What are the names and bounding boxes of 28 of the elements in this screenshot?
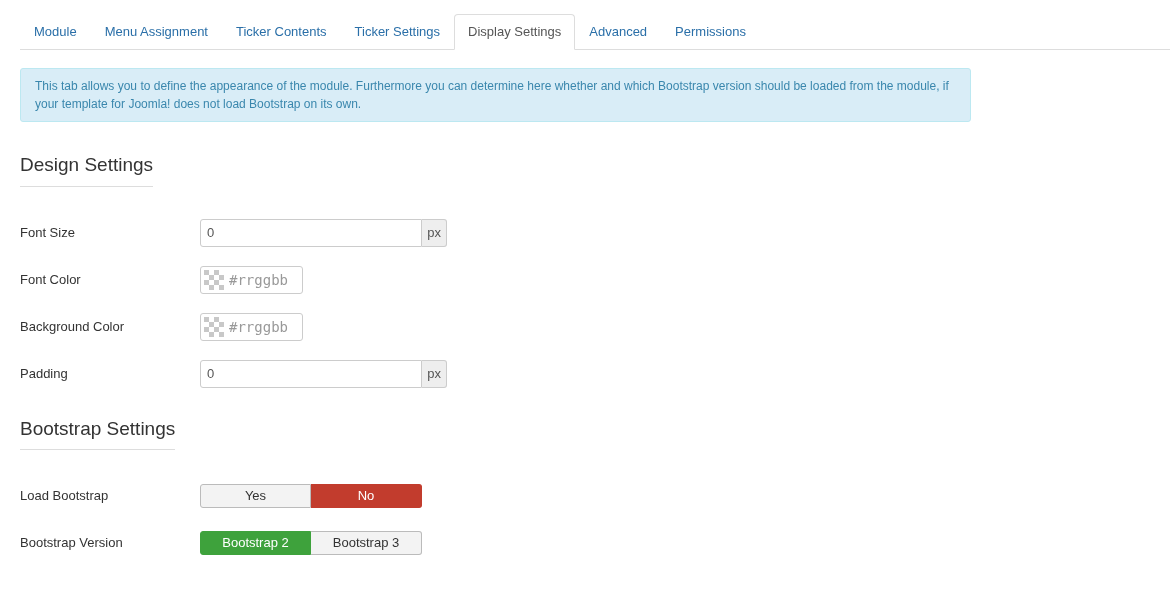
transparency-swatch-icon [204,316,224,337]
tab[interactable]: Ticker Settings [340,14,455,50]
color-field[interactable]: #rrggbb [200,312,303,341]
number-field[interactable]: 0 [200,218,423,247]
toggle-option[interactable]: Yes [200,484,311,508]
transparency-swatch-icon [204,269,224,290]
field-label: Load Bootstrap [20,487,110,506]
tab[interactable]: Display Settings [454,14,576,50]
tab[interactable]: Module [20,14,91,50]
info-alert: This tab allows you to define the appearance of the module. Furthermore you can determine here whether and which Bootstrap version should be loaded from the module, if your template for Joomla! does not load Bootstrap on its own. [20,68,971,122]
unit-addon: px [422,359,447,388]
tab[interactable]: Menu Assignment [90,14,222,50]
toggle-option[interactable]: Bootstrap 3 [311,531,422,555]
section-heading: Bootstrap Settings [20,414,176,450]
tab[interactable]: Permissions [661,14,760,50]
toggle-option[interactable]: No [311,484,422,508]
unit-addon: px [422,218,447,247]
number-field[interactable]: 0 [200,359,423,388]
field-label: Bootstrap Version [20,534,124,553]
section-heading: Design Settings [20,151,154,187]
tab[interactable]: Advanced [575,14,662,50]
field-label: Font Color [20,270,82,289]
toggle-option[interactable]: Bootstrap 2 [200,531,311,555]
field-label: Padding [20,364,69,383]
field-label: Background Color [20,317,126,336]
field-label: Font Size [20,223,76,242]
color-field[interactable]: #rrggbb [200,265,303,294]
tab[interactable]: Ticker Contents [222,14,341,50]
